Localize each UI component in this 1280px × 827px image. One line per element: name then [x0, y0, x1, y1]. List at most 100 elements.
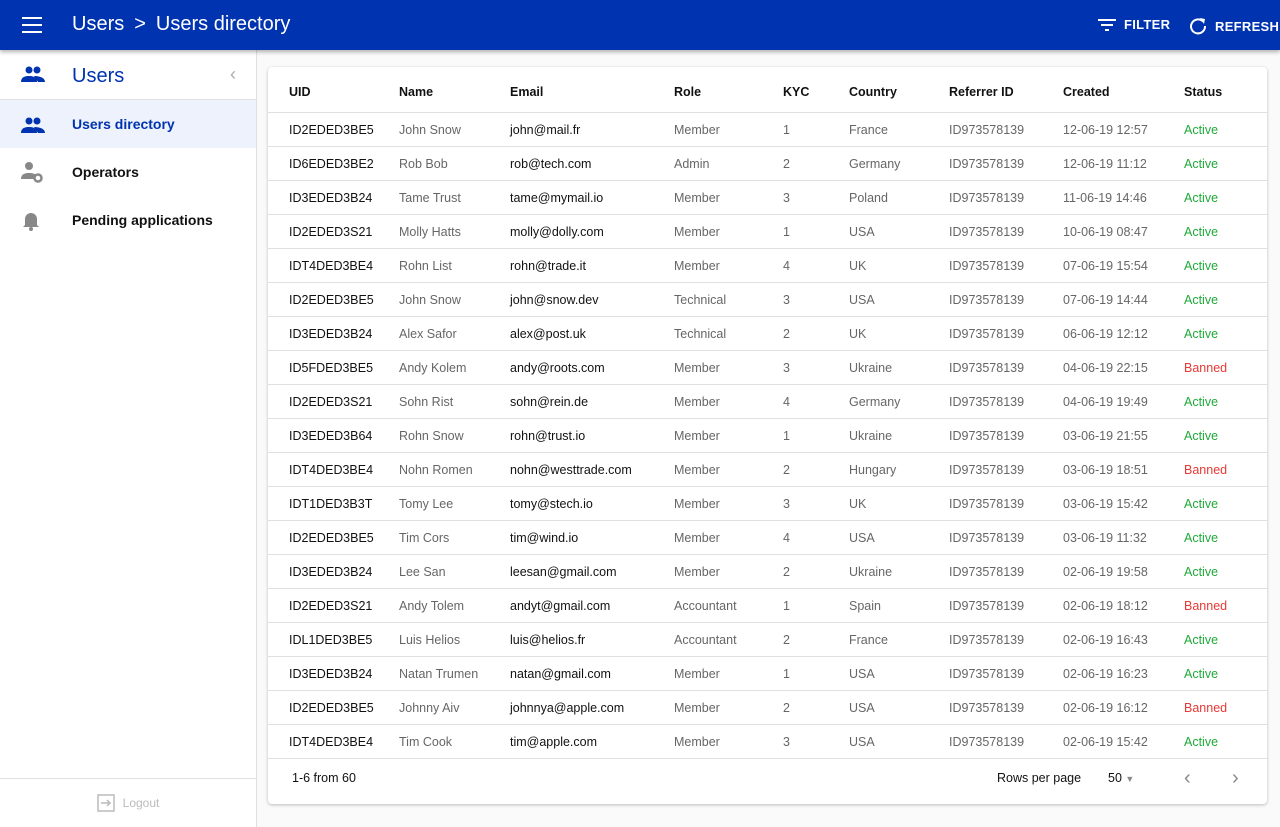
rows-per-page-select[interactable]: 50 ▼	[1108, 771, 1134, 785]
cell-email: john@mail.fr	[510, 123, 581, 137]
table-row[interactable]: ID3EDED3B24 Natan Trumen natan@gmail.com Me…	[268, 657, 1267, 691]
column-header-email[interactable]: Email	[510, 85, 543, 99]
cell-role: Accountant	[674, 633, 737, 647]
table-row[interactable]: ID3EDED3B24 Lee San leesan@gmail.com Member…	[268, 555, 1267, 589]
cell-referrer: ID973578139	[949, 701, 1025, 715]
column-header-role[interactable]: Role	[674, 85, 701, 99]
table-row[interactable]: ID2EDED3BE5 John Snow john@mail.fr Member 1 F…	[268, 113, 1267, 147]
cell-referrer: ID973578139	[949, 463, 1025, 477]
refresh-button[interactable]: REFRESH	[1189, 17, 1279, 35]
cell-referrer: ID973578139	[949, 191, 1025, 205]
table-row[interactable]: ID5FDED3BE5 Andy Kolem andy@roots.com Membe…	[268, 351, 1267, 385]
next-page-button[interactable]: ›	[1232, 767, 1239, 790]
table-row[interactable]: IDL1DED3BE5 Luis Helios luis@helios.fr Acco…	[268, 623, 1267, 657]
cell-created: 04-06-19 19:49	[1063, 395, 1148, 409]
table-row[interactable]: IDT4DED3BE4 Rohn List rohn@trade.it Member 4…	[268, 249, 1267, 283]
cell-kyc: 2	[783, 463, 790, 477]
cell-country: USA	[849, 531, 875, 545]
column-header-created[interactable]: Created	[1063, 85, 1110, 99]
cell-name: Johnny Aiv	[399, 701, 460, 715]
cell-email: rohn@trust.io	[510, 429, 586, 443]
status-badge: Active	[1184, 225, 1219, 239]
column-header-kyc[interactable]: KYC	[783, 85, 809, 99]
column-header-status[interactable]: Status	[1184, 85, 1222, 99]
cell-email: luis@helios.fr	[510, 633, 586, 647]
table-row[interactable]: ID2EDED3BE5 Tim Cors tim@wind.io Member 4 USA…	[268, 521, 1267, 555]
cell-country: France	[849, 123, 888, 137]
sidebar-item-users-directory[interactable]: Users directory	[0, 100, 256, 148]
sidebar-title: Users	[72, 65, 125, 87]
users-icon	[21, 66, 45, 82]
cell-uid: IDT4DED3BE4	[289, 735, 374, 749]
sidebar-item-label: Pending applications	[72, 212, 213, 228]
status-badge: Active	[1184, 735, 1219, 749]
cell-role: Member	[674, 531, 720, 545]
cell-email: rohn@trade.it	[510, 259, 586, 273]
column-header-country[interactable]: Country	[849, 85, 897, 99]
cell-uid: ID2EDED3S21	[289, 599, 373, 613]
table-row[interactable]: ID2EDED3S21 Sohn Rist sohn@rein.de Member 4 G…	[268, 385, 1267, 419]
status-badge: Banned	[1184, 599, 1228, 613]
menu-icon[interactable]	[22, 17, 42, 33]
cell-uid: ID2EDED3S21	[289, 225, 373, 239]
cell-uid: ID2EDED3BE5	[289, 293, 374, 307]
cell-country: USA	[849, 293, 875, 307]
column-header-uid[interactable]: UID	[289, 85, 311, 99]
breadcrumb-root[interactable]: Users	[72, 13, 124, 36]
cell-country: Germany	[849, 395, 901, 409]
cell-created: 03-06-19 11:32	[1063, 531, 1147, 545]
cell-name: Rob Bob	[399, 157, 448, 171]
table-pagination: 1-6 from 60 Rows per page 50 ▼ ‹ ›	[268, 759, 1267, 804]
status-badge: Banned	[1184, 701, 1228, 715]
column-header-name[interactable]: Name	[399, 85, 433, 99]
filter-label: FILTER	[1124, 17, 1171, 32]
cell-country: Ukraine	[849, 429, 893, 443]
sidebar-item-operators[interactable]: Operators	[0, 148, 256, 196]
cell-role: Technical	[674, 293, 727, 307]
cell-country: Spain	[849, 599, 881, 613]
cell-referrer: ID973578139	[949, 429, 1025, 443]
prev-page-button[interactable]: ‹	[1184, 767, 1191, 790]
cell-role: Member	[674, 191, 720, 205]
table-row[interactable]: ID2EDED3BE5 John Snow john@snow.dev Technic…	[268, 283, 1267, 317]
cell-role: Member	[674, 395, 720, 409]
table-row[interactable]: ID3EDED3B64 Rohn Snow rohn@trust.io Member 1…	[268, 419, 1267, 453]
sidebar-item-label: Operators	[72, 164, 139, 180]
collapse-chevron-icon[interactable]: ‹	[230, 64, 236, 85]
table-row[interactable]: ID2EDED3S21 Molly Hatts molly@dolly.com Mem…	[268, 215, 1267, 249]
cell-name: Rohn List	[399, 259, 452, 273]
column-header-referrer[interactable]: Referrer ID	[949, 85, 1014, 99]
cell-uid: ID2EDED3BE5	[289, 701, 374, 715]
cell-created: 02-06-19 18:12	[1063, 599, 1148, 613]
status-badge: Banned	[1184, 463, 1228, 477]
chevron-right-icon: >	[134, 13, 146, 35]
cell-uid: ID6EDED3BE2	[289, 157, 374, 171]
cell-uid: IDT1DED3B3T	[289, 497, 373, 511]
cell-created: 10-06-19 08:47	[1063, 225, 1148, 239]
bell-icon	[23, 213, 39, 231]
cell-referrer: ID973578139	[949, 327, 1025, 341]
logout-button[interactable]: Logout	[0, 778, 256, 827]
breadcrumb-current: Users directory	[155, 13, 291, 35]
cell-uid: ID3EDED3B24	[289, 191, 373, 205]
sidebar-item-pending-applications[interactable]: Pending applications	[0, 196, 256, 244]
cell-name: Luis Helios	[399, 633, 461, 647]
cell-kyc: 1	[783, 667, 790, 681]
table-row[interactable]: ID3EDED3B24 Tame Trust tame@mymail.io Membe…	[268, 181, 1267, 215]
filter-button[interactable]: FILTER	[1098, 17, 1170, 32]
cell-uid: ID3EDED3B24	[289, 327, 373, 341]
cell-referrer: ID973578139	[949, 531, 1025, 545]
cell-name: Tim Cook	[399, 735, 453, 749]
cell-name: Tim Cors	[399, 531, 450, 545]
cell-email: natan@gmail.com	[510, 667, 611, 681]
status-badge: Active	[1184, 565, 1219, 579]
table-row[interactable]: IDT4DED3BE4 Tim Cook tim@apple.com Member 3 U…	[268, 725, 1267, 759]
table-row[interactable]: ID2EDED3S21 Andy Tolem andyt@gmail.com Acco…	[268, 589, 1267, 623]
table-row[interactable]: ID2EDED3BE5 Johnny Aiv johnnya@apple.com Me…	[268, 691, 1267, 725]
table-row[interactable]: ID3EDED3B24 Alex Safor alex@post.uk Technic…	[268, 317, 1267, 351]
cell-kyc: 2	[783, 157, 790, 171]
filter-icon	[1098, 18, 1116, 31]
table-row[interactable]: IDT1DED3B3T Tomy Lee tomy@stech.io Member 3 U…	[268, 487, 1267, 521]
table-row[interactable]: ID6EDED3BE2 Rob Bob rob@tech.com Admin 2 Germ…	[268, 147, 1267, 181]
table-row[interactable]: IDT4DED3BE4 Nohn Romen nohn@westtrade.com M…	[268, 453, 1267, 487]
